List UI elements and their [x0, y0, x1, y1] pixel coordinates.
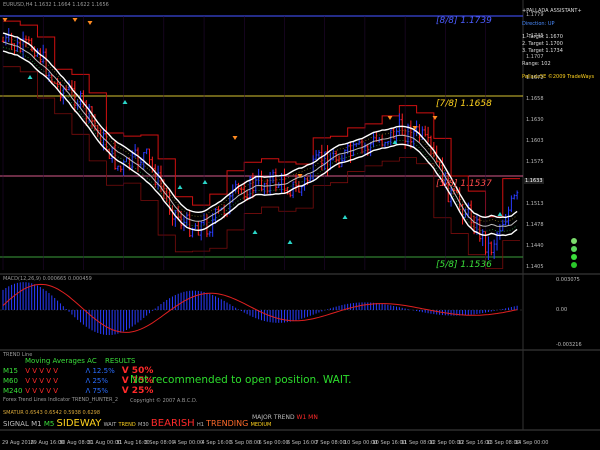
time-tick: 7 Sep 08:00 — [315, 440, 346, 446]
status-dot — [571, 254, 577, 260]
signal-item: M30 — [138, 422, 149, 428]
time-tick: 29 Aug 2018 — [2, 440, 35, 446]
time-tick: 6 Sep 00:00 — [258, 440, 289, 446]
macd-axis-zero: 0.00 — [556, 307, 568, 313]
signal-item: TRENDING — [206, 419, 249, 428]
chart-caption: EURUSD,H4 1.1632 1.1664 1.1622 1.1656 — [3, 2, 109, 8]
buy-arrow-icon — [497, 212, 503, 216]
time-tick: 3 Sep 08:00 — [144, 440, 175, 446]
buy-arrow-icon — [342, 215, 348, 219]
price-tick: 1.1779 — [526, 12, 544, 18]
sell-arrow-icon — [87, 21, 93, 25]
time-tick: 6 Sep 16:00 — [287, 440, 318, 446]
indicator-note: Forex Trend Lines Indicator TREND_HUNTER… — [3, 397, 119, 403]
current-price-tag: 1.1633 — [524, 178, 544, 184]
price-tick: 1.1745 — [526, 33, 544, 39]
indicator-row: M240 V V V V V Λ 75% V 25% — [3, 386, 154, 396]
header-results: RESULTS — [104, 357, 136, 365]
level-label-8-8: [8/8] 1.1739 — [436, 16, 492, 26]
price-tick: 1.1630 — [526, 117, 544, 123]
assistant-info-panel: +PALLADA ASSISTANT+ Direction: UP 1. Tar… — [522, 8, 594, 81]
buy-arrow-icon — [202, 180, 208, 184]
buy-arrow-icon — [287, 240, 293, 244]
major-trend: MAJOR TREND W1 MN — [252, 414, 318, 421]
signal-item: H1 — [196, 422, 204, 428]
level-label-5-8-green: [5/8] 1.1536 — [436, 260, 492, 270]
buy-arrow-icon — [27, 75, 33, 79]
sell-arrow-icon — [387, 116, 393, 120]
price-tick: 1.1513 — [526, 201, 544, 207]
buy-arrow-icon — [122, 100, 128, 104]
sell-arrow-icon — [432, 116, 438, 120]
time-tick: 4 Sep 16:00 — [201, 440, 232, 446]
buy-arrow-icon — [177, 185, 183, 189]
signal-item: MEDIUM — [250, 422, 272, 428]
time-tick: 4 Sep 00:00 — [173, 440, 204, 446]
info-line: 2. Target 1.1700 — [522, 41, 563, 47]
time-tick: 5 Sep 08:00 — [230, 440, 261, 446]
price-tick: 1.1672 — [526, 75, 544, 81]
signal-item: WAIT — [103, 422, 117, 428]
price-tick: 1.1405 — [526, 264, 544, 270]
status-dot — [571, 238, 577, 244]
price-tick: 1.1575 — [526, 159, 544, 165]
price-tick: 1.1440 — [526, 243, 544, 249]
signal-prefix: SIGNAL M1 — [3, 420, 42, 428]
price-tick: 1.1707 — [526, 54, 544, 60]
status-dot — [571, 246, 577, 252]
info-line: Range: 102 — [522, 61, 551, 67]
macd-axis-bottom: -0.003216 — [556, 342, 582, 348]
signal-item: BEARISH — [150, 418, 195, 429]
sell-arrow-icon — [72, 18, 78, 22]
level-label-5-8: [5/8] 1.1537 — [436, 179, 492, 189]
status-dot — [571, 262, 577, 268]
price-tick: 1.1603 — [526, 138, 544, 144]
header-ac: AC — [87, 357, 97, 365]
price-tick: 1.1478 — [526, 222, 544, 228]
time-tick: 14 Sep 00:00 — [515, 440, 549, 446]
signal-item: TREND — [118, 422, 136, 428]
macd-caption: MACD(12,26,9) 0.000665 0.000459 — [3, 276, 92, 282]
copyright: Copyright © 2007 A.B.C.D. — [130, 398, 198, 404]
signal-item: M5 — [43, 420, 55, 428]
buy-arrow-icon — [252, 230, 258, 234]
price-tick: 1.1658 — [526, 96, 544, 102]
signal-bar: SIGNAL M1 M5 SIDEWAY WAIT TREND M30 BEAR… — [3, 418, 271, 429]
bottom-caption: SMATUR 0.6543 0.6542 0.5938 0.6298 — [3, 410, 101, 416]
header-ma: Moving Averages — [25, 357, 85, 365]
macd-axis-top: 0.003075 — [556, 277, 580, 283]
wait-message: Not recommended to open position. WAIT. — [130, 374, 352, 386]
info-line: Direction: UP — [522, 21, 555, 27]
level-label-7-8: [7/8] 1.1658 — [436, 99, 492, 109]
signal-item: SIDEWAY — [56, 418, 102, 429]
sell-arrow-icon — [232, 136, 238, 140]
